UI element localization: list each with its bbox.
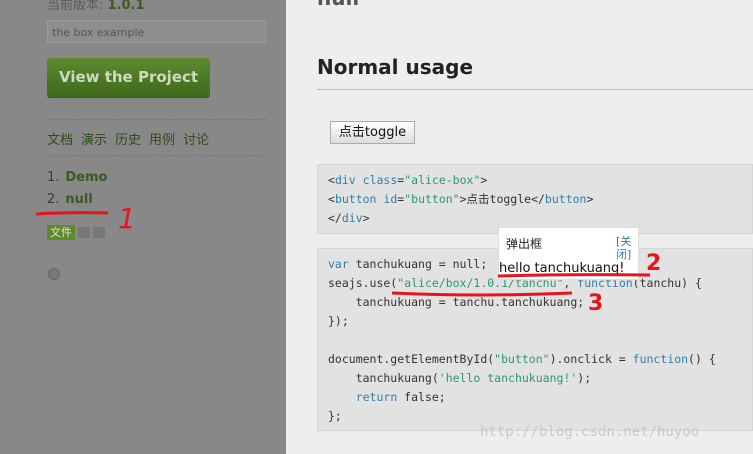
toggle-button[interactable]: 点击toggle: [330, 121, 415, 144]
nav-history-link[interactable]: 历史: [115, 133, 141, 148]
popup-dialog: 弹出框 [关闭] hello tanchukuang!: [498, 227, 639, 280]
section-divider: [317, 89, 753, 90]
divider: [47, 119, 266, 120]
top-heading: null: [317, 0, 359, 10]
version-label: 当前版本: 1.0.1: [47, 0, 145, 13]
nav-docs-link[interactable]: 文档: [47, 133, 73, 148]
code-block-html: <div class="alice-box"> <button id="butt…: [317, 164, 753, 234]
view-project-button[interactable]: View the Project: [47, 58, 210, 97]
version-value: 1.0.1: [107, 0, 145, 13]
list-item-number: 2.: [47, 192, 60, 207]
nav-demo-link[interactable]: 演示: [81, 133, 107, 148]
file-tag[interactable]: 文件: [47, 225, 75, 240]
popup-title: 弹出框: [506, 237, 543, 251]
list-item[interactable]: 1. Demo: [47, 170, 108, 192]
version-label-text: 当前版本:: [47, 0, 104, 13]
file-tags: 文件: [47, 225, 105, 240]
description-field: the box example: [47, 20, 266, 43]
tag-square-icon[interactable]: [93, 227, 105, 238]
tag-square-icon[interactable]: [78, 227, 90, 238]
demo-link[interactable]: Demo: [65, 170, 107, 185]
sidebar: 当前版本: 1.0.1 the box example View the Pro…: [0, 0, 286, 454]
loading-icon: [48, 268, 60, 280]
nav-discuss-link[interactable]: 讨论: [183, 133, 209, 148]
watermark: http://blog.csdn.net/huyoo: [480, 424, 700, 440]
doc-nav: 文档 演示 历史 用例 讨论: [47, 129, 217, 148]
divider: [47, 155, 266, 156]
section-title: Normal usage: [317, 55, 474, 79]
list-item[interactable]: 2. null: [47, 192, 108, 214]
example-list: 1. Demo 2. null: [47, 170, 108, 214]
popup-close-link[interactable]: [关闭]: [616, 235, 634, 261]
popup-message: hello tanchukuang!: [499, 261, 625, 276]
null-link[interactable]: null: [65, 192, 92, 207]
nav-cases-link[interactable]: 用例: [149, 133, 175, 148]
list-item-number: 1.: [47, 170, 60, 185]
